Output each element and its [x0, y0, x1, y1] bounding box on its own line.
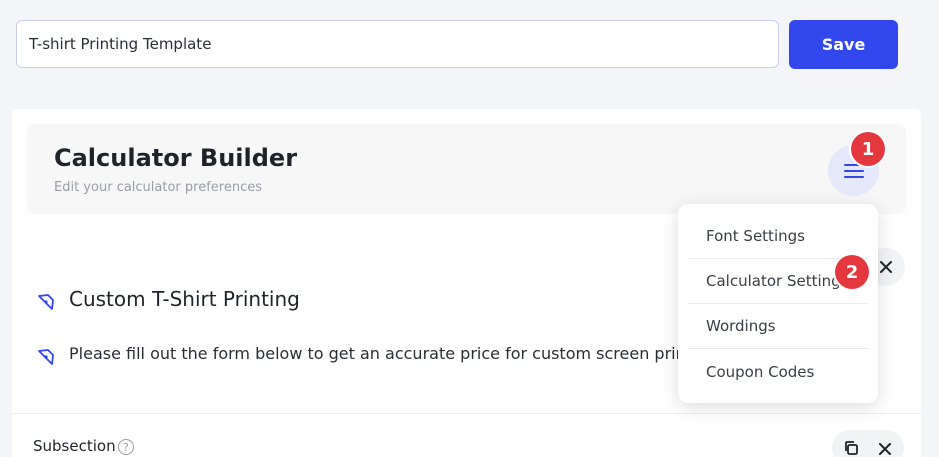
step-badge-1: 1	[851, 132, 885, 166]
menu-item-font-settings[interactable]: Font Settings	[688, 214, 868, 259]
page-subtitle: Edit your calculator preferences	[54, 180, 262, 195]
duplicate-icon[interactable]	[843, 440, 859, 456]
pen-tool-icon	[38, 294, 54, 310]
pen-tool-icon	[38, 349, 54, 365]
subsection-actions	[832, 430, 904, 457]
menu-item-coupon-codes[interactable]: Coupon Codes	[688, 349, 868, 394]
calculator-description[interactable]: Please fill out the form below to get an…	[69, 344, 689, 363]
template-name-input[interactable]	[16, 20, 779, 68]
menu-item-wordings[interactable]: Wordings	[688, 304, 868, 349]
settings-dropdown: Font Settings Calculator Settings Wordin…	[678, 204, 878, 403]
save-button[interactable]: Save	[789, 20, 898, 69]
page-title: Calculator Builder	[54, 144, 298, 172]
close-icon	[880, 261, 892, 273]
help-icon[interactable]: ?	[118, 439, 134, 455]
section-divider	[12, 413, 921, 414]
close-icon[interactable]	[879, 443, 891, 455]
step-badge-2: 2	[835, 255, 869, 289]
subsection-label: Subsection	[33, 437, 116, 455]
calculator-title[interactable]: Custom T-Shirt Printing	[69, 287, 300, 311]
